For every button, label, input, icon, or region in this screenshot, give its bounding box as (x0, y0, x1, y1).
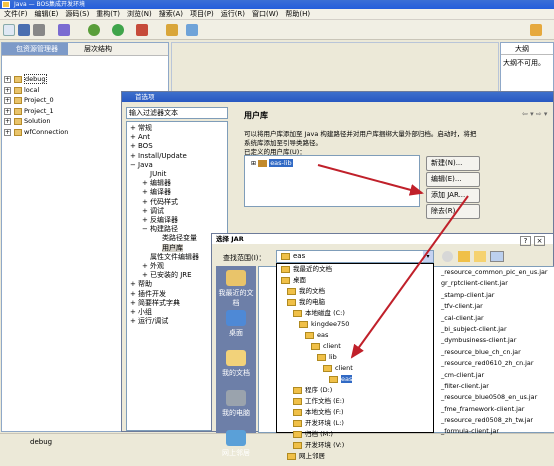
lookin-option-label: 网上邻居 (299, 452, 325, 460)
arrow-to-eas-folder (350, 195, 469, 359)
arrow-to-add-jar (317, 164, 424, 196)
folder-icon (287, 452, 296, 460)
annotation-arrows (317, 164, 469, 359)
lookin-option[interactable]: 网上邻居 (277, 451, 433, 462)
